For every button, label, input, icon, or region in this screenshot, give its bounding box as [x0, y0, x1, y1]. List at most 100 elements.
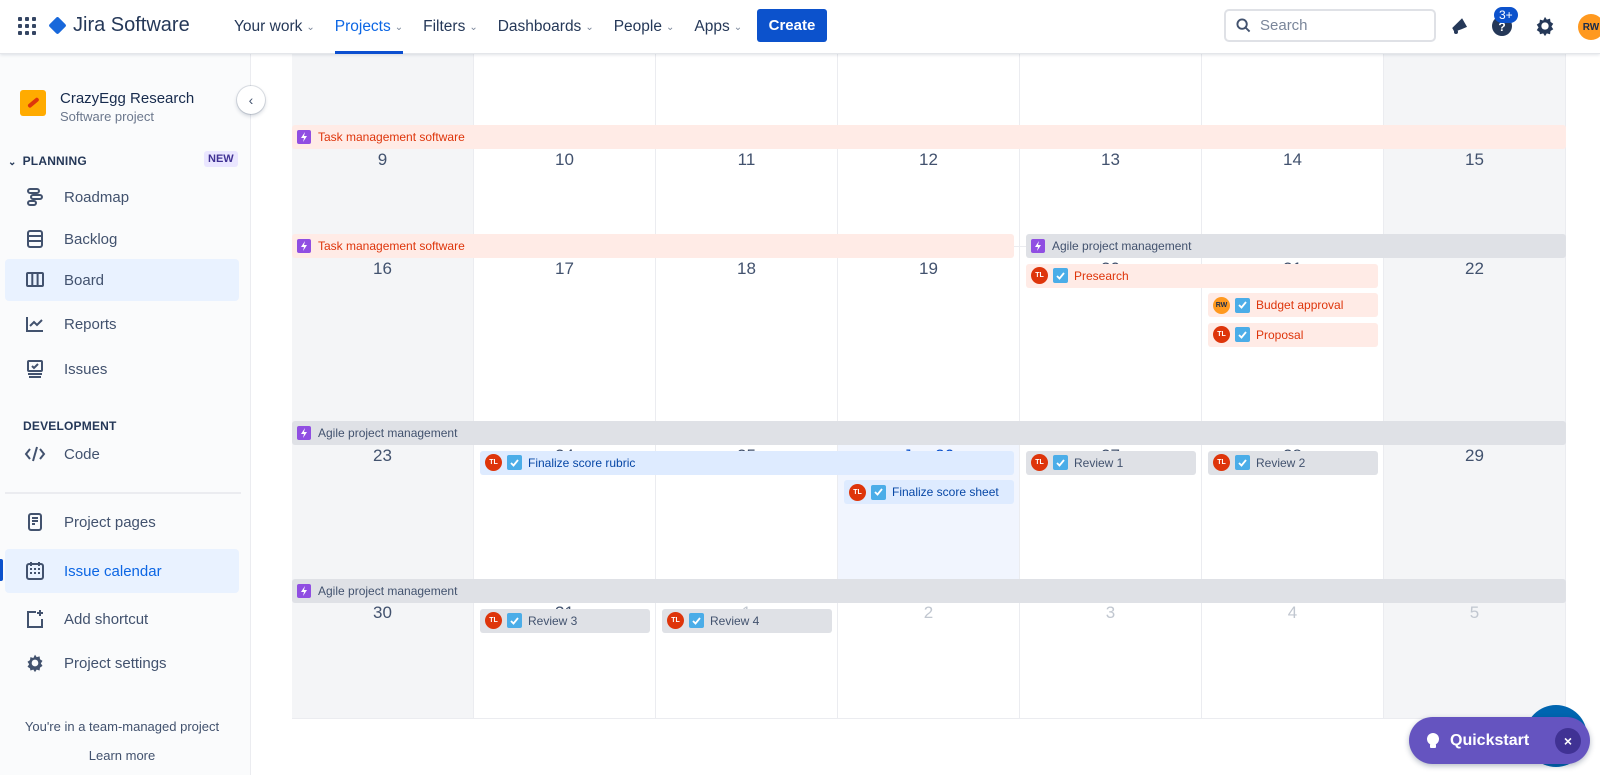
sidebar-item-issue-calendar[interactable]: Issue calendar [0, 549, 239, 593]
planning-section-toggle[interactable]: ⌄ PLANNING [8, 154, 87, 168]
create-button[interactable]: Create [757, 9, 827, 42]
jira-logo-icon [48, 16, 67, 35]
jira-logo[interactable]: Jira Software [48, 14, 190, 37]
chevron-down-icon: ⌄ [733, 21, 743, 33]
settings-icon [23, 651, 47, 675]
settings-icon[interactable] [1533, 14, 1557, 38]
sidebar-item-label: Board [64, 271, 105, 289]
issue-card[interactable]: RW Budget approval [1208, 293, 1378, 317]
sidebar-item-project-settings[interactable]: Project settings [5, 642, 239, 684]
calendar-day[interactable]: 15 [1384, 138, 1566, 246]
assignee-avatar: RW [1213, 296, 1230, 314]
calendar-day[interactable]: 14 [1202, 138, 1384, 246]
calendar-day[interactable]: 3 [1020, 591, 1202, 718]
issue-card[interactable]: TL Review 3 [480, 608, 650, 633]
day-number: 4 [1287, 603, 1298, 622]
calendar-day[interactable]: 16 [292, 247, 474, 433]
learn-more-link[interactable]: Learn more [0, 748, 244, 763]
nav-projects[interactable]: Projects ⌄ [325, 0, 413, 54]
calendar-day[interactable]: 17 [474, 247, 656, 433]
issue-title: Finalize score rubric [528, 455, 636, 470]
help-badge: 3+ [1494, 7, 1518, 23]
issue-title: Agile project management [318, 584, 458, 598]
calendar-day[interactable] [1384, 46, 1566, 137]
calendar-day[interactable]: 22 [1384, 247, 1566, 433]
day-number: 16 [373, 259, 392, 278]
epic-bar[interactable]: Agile project management [1026, 234, 1566, 258]
task-checkbox-icon [507, 455, 522, 470]
sidebar-item-code[interactable]: Code [5, 433, 239, 475]
day-number: 29 [1465, 446, 1484, 465]
board-icon [23, 268, 47, 292]
sidebar-item-issues[interactable]: Issues [5, 348, 239, 390]
issue-title: Finalize score sheet [892, 485, 999, 499]
calendar-day[interactable] [656, 46, 838, 137]
team-managed-note: You're in a team-managed project [24, 719, 220, 734]
sidebar-item-roadmap[interactable]: Roadmap [5, 176, 239, 218]
sidebar-item-label: Backlog [64, 230, 118, 248]
issue-card[interactable]: TL Review 1 [1026, 450, 1196, 475]
close-icon[interactable]: × [1555, 728, 1581, 754]
epic-bar[interactable]: Task management software [292, 125, 1566, 149]
calendar-week: 9 10 11 12 13 14 15 [292, 138, 1566, 247]
apps-grid-icon[interactable] [18, 17, 36, 35]
epic-bar[interactable]: Agile project management [292, 421, 1566, 445]
nav-filters[interactable]: Filters ⌄ [413, 0, 488, 54]
calendar-day[interactable]: 4 [1202, 591, 1384, 718]
nav-apps[interactable]: Apps ⌄ [684, 0, 752, 54]
task-checkbox-icon [1053, 455, 1068, 470]
project-header[interactable]: CrazyEgg Research Software project [20, 90, 194, 124]
assignee-avatar: TL [1031, 454, 1048, 471]
issue-card[interactable]: TL Review 4 [662, 608, 832, 633]
issue-card[interactable]: TL Presearch [1026, 263, 1378, 288]
issue-card[interactable]: TL Review 2 [1208, 450, 1378, 475]
calendar-day[interactable]: 2 [838, 591, 1020, 718]
calendar-day[interactable]: 13 [1020, 138, 1202, 246]
calendar-day[interactable] [292, 46, 474, 137]
day-number: 23 [373, 446, 392, 465]
epic-icon [297, 130, 311, 144]
epic-icon [297, 584, 311, 598]
notifications-icon[interactable] [1448, 14, 1472, 38]
nav-people[interactable]: People ⌄ [604, 0, 685, 54]
calendar-day[interactable]: 19 [838, 247, 1020, 433]
sidebar-item-backlog[interactable]: Backlog [5, 218, 239, 260]
calendar-day[interactable]: 23 [292, 434, 474, 590]
calendar-day[interactable]: 10 [474, 138, 656, 246]
calendar-day[interactable] [838, 46, 1020, 137]
sidebar-item-project-pages[interactable]: Project pages [5, 501, 239, 543]
calendar-day[interactable] [1020, 46, 1202, 137]
epic-bar[interactable]: Task management software [292, 234, 1014, 258]
sidebar-item-label: Project pages [64, 513, 156, 531]
issue-title: Agile project management [1052, 239, 1192, 253]
epic-bar[interactable]: Agile project management [292, 579, 1566, 603]
nav-your-work[interactable]: Your work ⌄ [224, 0, 325, 54]
issue-card[interactable]: TL Finalize score sheet [844, 480, 1014, 504]
search-input[interactable]: Search [1224, 9, 1436, 42]
calendar-day[interactable] [474, 46, 656, 137]
development-label: DEVELOPMENT [23, 419, 117, 433]
nav-dashboards[interactable]: Dashboards ⌄ [488, 0, 604, 54]
sidebar-item-board[interactable]: Board [5, 259, 239, 301]
calendar-day[interactable]: 29 [1384, 434, 1566, 590]
collapse-sidebar-button[interactable]: ‹ [237, 86, 265, 114]
roadmap-icon [23, 185, 47, 209]
quickstart-button[interactable]: Quickstart × [1409, 717, 1590, 764]
sidebar-item-add-shortcut[interactable]: Add shortcut [5, 598, 239, 640]
calendar-day[interactable]: 18 [656, 247, 838, 433]
issue-title: Agile project management [318, 426, 458, 440]
issue-title: Review 1 [1074, 455, 1124, 470]
calendar-day[interactable] [1202, 46, 1384, 137]
calendar-day[interactable]: 11 [656, 138, 838, 246]
issue-card[interactable]: TL Proposal [1208, 322, 1378, 347]
chevron-down-icon: ⌄ [469, 21, 478, 33]
top-navigation: Jira Software Your work ⌄ Projects ⌄ Filters… [0, 0, 1600, 54]
issue-card[interactable]: TL Finalize score rubric [480, 450, 1014, 475]
calendar-day[interactable]: 9 [292, 138, 474, 246]
calendar-day[interactable]: 12 [838, 138, 1020, 246]
user-avatar[interactable]: RW [1578, 14, 1600, 40]
calendar-day[interactable]: 5 [1384, 591, 1566, 718]
day-number: 12 [919, 150, 938, 169]
sidebar-item-reports[interactable]: Reports [5, 303, 239, 345]
calendar-day[interactable]: 30 [292, 591, 474, 718]
